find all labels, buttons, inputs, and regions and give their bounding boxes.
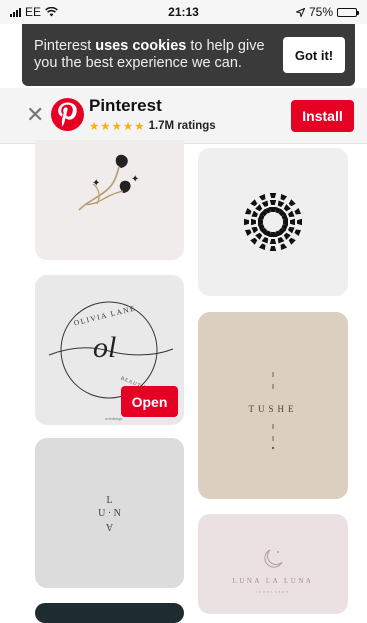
olivia-lane-monogram: ol	[93, 331, 117, 364]
pin-geometric-logo[interactable]	[198, 148, 348, 296]
open-pin-button[interactable]: Open	[121, 386, 178, 417]
svg-text:✦: ✦	[92, 178, 100, 189]
app-rating: ★★★★★ 1.7M ratings	[89, 119, 216, 133]
olivia-lane-credit: oviedesign	[105, 416, 123, 421]
pin-tushe-logo[interactable]: TUSHE	[198, 312, 348, 499]
location-arrow-icon	[295, 7, 305, 17]
pin-luna-la-luna-logo[interactable]: LUNA LA LUNA JEWELLERY	[198, 514, 348, 614]
battery-percent: 75%	[308, 5, 333, 19]
status-bar: EE 21:13 75%	[0, 0, 367, 24]
floral-logo-image: ✦ ✦	[78, 154, 139, 211]
ratings-count: 1.7M ratings	[148, 120, 216, 132]
luna-line-2: U · N	[98, 508, 121, 519]
svg-text:✦: ✦	[131, 174, 139, 185]
cookie-message-pre: Pinterest	[34, 38, 96, 54]
rating-stars: ★★★★★	[89, 121, 146, 133]
moon-icon	[264, 549, 283, 568]
got-it-button[interactable]: Got it!	[283, 37, 345, 73]
cookie-message-bold: uses cookies	[95, 38, 187, 54]
geometric-logo-image	[244, 193, 302, 251]
battery-icon	[337, 7, 359, 17]
luna-line-1: L	[106, 495, 113, 506]
cookie-message: Pinterest uses cookies to help give you …	[34, 38, 268, 72]
cookie-banner: Pinterest uses cookies to help give you …	[22, 24, 355, 86]
app-name: Pinterest	[89, 96, 162, 115]
luna-la-luna-sub: JEWELLERY	[256, 590, 290, 594]
pinterest-logo-icon	[51, 98, 84, 131]
tushe-text: TUSHE	[248, 404, 298, 414]
pin-floral-logo[interactable]: ✦ ✦	[35, 140, 184, 260]
luna-la-luna-text: LUNA LA LUNA	[232, 577, 314, 585]
install-button[interactable]: Install	[291, 100, 354, 132]
status-right: 75%	[295, 5, 359, 19]
app-install-banner: ✕ Pinterest ★★★★★ 1.7M ratings Install	[0, 88, 367, 144]
pin-dark-partial[interactable]	[35, 603, 184, 623]
close-icon[interactable]: ✕	[26, 104, 44, 126]
pin-luna-logo[interactable]: L U · N A	[35, 438, 184, 588]
luna-line-3: A	[105, 521, 114, 532]
